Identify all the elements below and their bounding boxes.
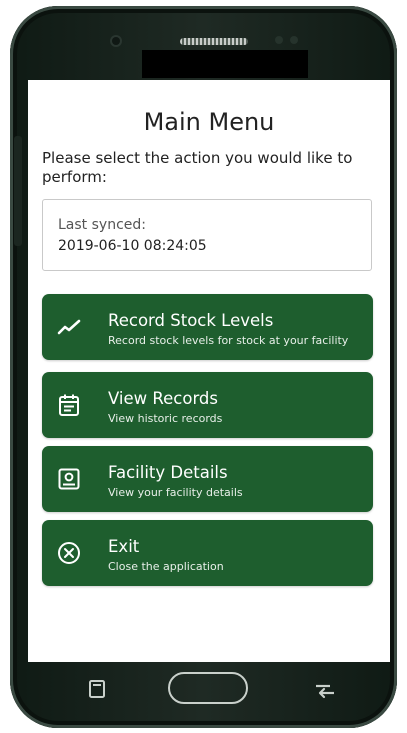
app-screen: Main Menu Please select the action you w… xyxy=(28,80,390,662)
record-stock-levels-button[interactable]: Record Stock Levels Record stock levels … xyxy=(42,294,373,360)
system-nav-bar xyxy=(28,664,390,716)
id-badge-icon xyxy=(58,468,80,490)
menu-item-title: Exit xyxy=(108,537,140,556)
facility-details-button[interactable]: Facility Details View your facility deta… xyxy=(42,446,373,512)
proximity-sensor xyxy=(275,36,283,44)
exit-button[interactable]: Exit Close the application xyxy=(42,520,373,586)
light-sensor xyxy=(290,36,298,44)
home-button[interactable] xyxy=(168,672,248,704)
last-synced-value: 2019-06-10 08:24:05 xyxy=(58,238,207,254)
calendar-list-icon xyxy=(59,394,79,416)
last-synced-panel: Last synced: 2019-06-10 08:24:05 xyxy=(42,199,372,271)
menu-item-subtitle: Record stock levels for stock at your fa… xyxy=(108,334,349,347)
menu-item-title: Record Stock Levels xyxy=(108,311,274,330)
trend-line-icon xyxy=(57,319,81,335)
close-circle-icon xyxy=(58,542,80,564)
menu-item-title: Facility Details xyxy=(108,463,228,482)
front-camera xyxy=(112,37,120,45)
earpiece-speaker xyxy=(180,38,248,45)
page-instructions: Please select the action you would like … xyxy=(42,149,353,186)
menu-item-subtitle: Close the application xyxy=(108,560,224,573)
menu-item-subtitle: View historic records xyxy=(108,412,223,425)
redaction-bar xyxy=(142,50,308,78)
volume-button xyxy=(14,136,22,246)
menu-item-subtitle: View your facility details xyxy=(108,486,243,499)
back-arrow-icon[interactable] xyxy=(312,678,338,700)
page-title: Main Menu xyxy=(143,108,275,136)
view-records-button[interactable]: View Records View historic records xyxy=(42,372,373,438)
menu-item-title: View Records xyxy=(108,389,219,408)
recent-apps-icon[interactable] xyxy=(86,678,108,700)
last-synced-label: Last synced: xyxy=(58,217,146,233)
